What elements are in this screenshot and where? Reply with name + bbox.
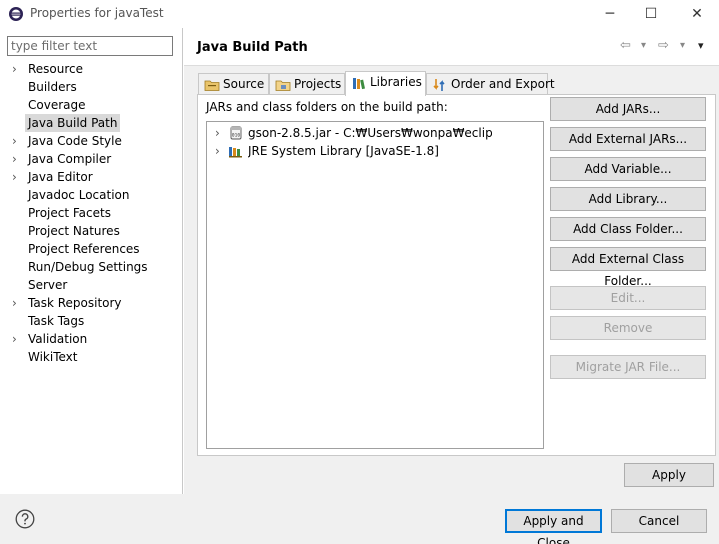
sidebar-item-label: Java Compiler xyxy=(28,152,112,166)
sidebar-item-label: Project Natures xyxy=(28,224,120,238)
sidebar-item[interactable]: Project Facets xyxy=(0,204,183,222)
library-entry-label: JRE System Library [JavaSE-1.8] xyxy=(248,144,439,158)
sidebar-item-label: Javadoc Location xyxy=(28,188,130,202)
filter-input[interactable] xyxy=(7,36,173,56)
sidebar-item[interactable]: Project References xyxy=(0,240,183,258)
sidebar-item[interactable]: Javadoc Location xyxy=(0,186,183,204)
projects-icon xyxy=(275,80,291,91)
sidebar-item[interactable]: › Validation xyxy=(0,330,183,348)
sidebar-item[interactable]: Coverage xyxy=(0,96,183,114)
view-menu-icon[interactable]: ▾ xyxy=(698,38,704,54)
forward-menu-icon[interactable]: ▾ xyxy=(680,38,685,54)
library-entry-label: gson-2.8.5.jar - C:₩Users₩wonpa₩eclipse_… xyxy=(248,126,492,140)
maximize-button[interactable]: ☐ xyxy=(639,4,663,24)
sidebar-item-label: Java Build Path xyxy=(25,114,121,132)
sidebar-item-label: Java Editor xyxy=(28,170,93,184)
sidebar-item-label: Coverage xyxy=(28,98,86,112)
back-menu-icon[interactable]: ▾ xyxy=(641,38,646,54)
close-button[interactable]: ✕ xyxy=(685,4,709,24)
sidebar-item[interactable]: WikiText xyxy=(0,348,183,366)
tab-libraries[interactable]: Libraries xyxy=(345,71,426,96)
sidebar-item-label: Task Repository xyxy=(28,296,122,310)
library-action-button[interactable]: Edit... xyxy=(550,286,706,310)
library-action-button[interactable]: Add External Class Folder... xyxy=(550,247,706,288)
page-header: Java Build Path ⇦ ▾ ⇨ ▾ ▾ xyxy=(184,28,719,66)
order-export-icon xyxy=(433,79,445,91)
property-page-tree: › Resource Builders Coverage Java Build Path… xyxy=(0,60,183,366)
expand-chevron-icon[interactable]: › xyxy=(215,124,220,142)
apply-and-close-button[interactable]: Apply and Close xyxy=(505,509,602,544)
libraries-icon xyxy=(353,78,365,90)
svg-text:010: 010 xyxy=(232,133,240,139)
dialog-footer: Apply and Close Cancel xyxy=(0,494,719,544)
window-title: Properties for javaTest xyxy=(30,6,164,20)
sidebar-item[interactable]: Run/Debug Settings xyxy=(0,258,183,276)
library-entry-jre[interactable]: › JRE System Library [JavaSE-1.8] xyxy=(207,142,543,160)
library-action-button[interactable]: Add Class Folder... xyxy=(550,217,706,241)
library-icon xyxy=(229,147,242,158)
tab-source[interactable]: Source xyxy=(198,73,269,95)
sidebar-item-label: WikiText xyxy=(28,350,78,364)
library-action-button[interactable]: Remove xyxy=(550,316,706,340)
eclipse-app-icon xyxy=(9,7,23,21)
expand-chevron-icon[interactable]: › xyxy=(12,150,22,168)
library-action-button[interactable]: Add External JARs... xyxy=(550,127,706,151)
sidebar-item-label: Project References xyxy=(28,242,140,256)
library-action-button[interactable]: Add Library... xyxy=(550,187,706,211)
back-arrow-icon[interactable]: ⇦ xyxy=(620,38,631,54)
expand-chevron-icon[interactable]: › xyxy=(12,294,22,312)
tab-order-export[interactable]: Order and Export xyxy=(426,73,555,95)
main-area: Java Build Path ⇦ ▾ ⇨ ▾ ▾ Source Project… xyxy=(184,28,719,494)
expand-chevron-icon[interactable]: › xyxy=(12,168,22,186)
sidebar-item-label: Java Code Style xyxy=(28,134,122,148)
sidebar-item[interactable]: › Java Compiler xyxy=(0,150,183,168)
library-entry-gson[interactable]: › 010 gson-2.8.5.jar - C:₩Users₩wonpa₩ec… xyxy=(207,124,543,142)
tab-source-label: Source xyxy=(223,77,265,91)
expand-chevron-icon[interactable]: › xyxy=(215,142,220,160)
sidebar-item[interactable]: Server xyxy=(0,276,183,294)
tab-order-export-label: Order and Export xyxy=(451,77,555,91)
sidebar-item-label: Run/Debug Settings xyxy=(28,260,148,274)
sidebar-item[interactable]: › Java Code Style xyxy=(0,132,183,150)
tab-libraries-label: Libraries xyxy=(370,75,422,89)
sidebar-item-label: Server xyxy=(28,278,68,292)
forward-arrow-icon[interactable]: ⇨ xyxy=(658,38,669,54)
jar-icon: 010 xyxy=(230,126,242,140)
expand-chevron-icon[interactable]: › xyxy=(12,330,22,348)
sidebar-item[interactable]: Task Tags xyxy=(0,312,183,330)
sidebar-item[interactable]: Java Build Path xyxy=(0,114,183,132)
sidebar-item-label: Task Tags xyxy=(28,314,85,328)
libraries-panel: JARs and class folders on the build path… xyxy=(197,94,716,456)
sidebar-item-label: Builders xyxy=(28,80,77,94)
page-title: Java Build Path xyxy=(197,40,308,55)
title-bar: Properties for javaTest ─ ☐ ✕ xyxy=(0,0,719,28)
sidebar-item[interactable]: › Task Repository xyxy=(0,294,183,312)
sidebar: › Resource Builders Coverage Java Build Path… xyxy=(0,28,183,494)
build-path-tree[interactable]: › 010 gson-2.8.5.jar - C:₩Users₩wonpa₩ec… xyxy=(206,121,544,449)
sidebar-item-label: Validation xyxy=(28,332,88,346)
sidebar-item[interactable]: › Resource xyxy=(0,60,183,78)
library-action-button[interactable]: Migrate JAR File... xyxy=(550,355,706,379)
sidebar-item[interactable]: Builders xyxy=(0,78,183,96)
source-folder-icon xyxy=(204,80,220,91)
library-action-button[interactable]: Add JARs... xyxy=(550,97,706,121)
cancel-button[interactable]: Cancel xyxy=(611,509,707,533)
sidebar-item-label: Resource xyxy=(28,62,84,76)
library-action-button[interactable]: Add Variable... xyxy=(550,157,706,181)
sidebar-item[interactable]: Project Natures xyxy=(0,222,183,240)
expand-chevron-icon[interactable]: › xyxy=(12,132,22,150)
apply-button[interactable]: Apply xyxy=(624,463,714,487)
tab-projects-label: Projects xyxy=(294,77,342,91)
minimize-button[interactable]: ─ xyxy=(598,4,622,24)
sidebar-item[interactable]: › Java Editor xyxy=(0,168,183,186)
help-icon[interactable] xyxy=(15,509,35,529)
sidebar-item-label: Project Facets xyxy=(28,206,111,220)
libraries-caption: JARs and class folders on the build path… xyxy=(206,100,448,114)
tab-projects[interactable]: Projects xyxy=(269,73,345,95)
expand-chevron-icon[interactable]: › xyxy=(12,60,22,78)
